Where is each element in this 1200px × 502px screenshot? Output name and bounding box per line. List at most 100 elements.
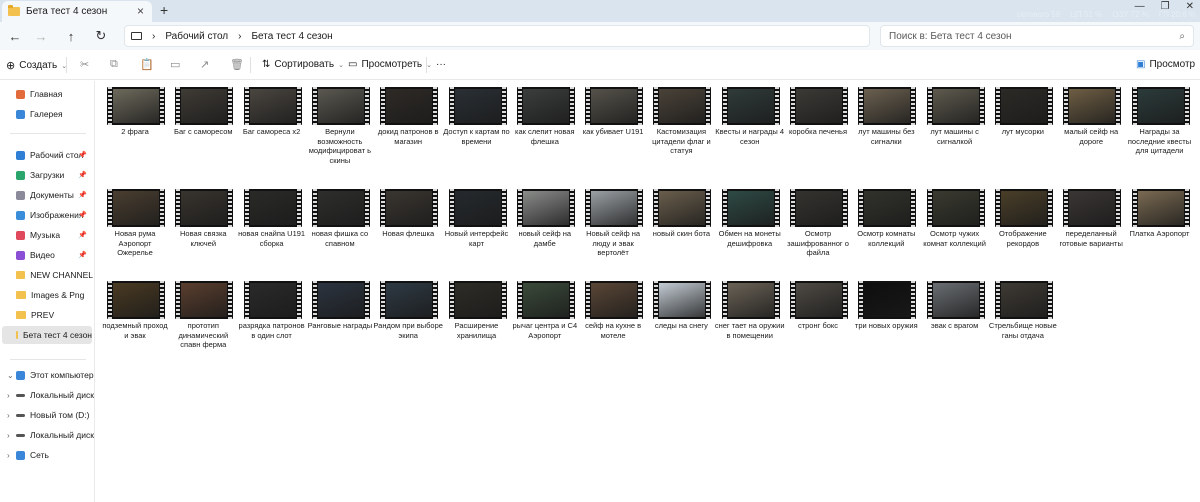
film-strip [381,281,386,319]
breadcrumb-folder[interactable]: Бета тест 4 сезон [251,31,332,42]
chevron-icon[interactable]: › [7,431,10,440]
video-thumbnail [653,189,712,227]
monitor-icon [131,32,142,40]
sidebar-item-drive[interactable]: › Локальный диск [0,426,94,444]
file-name: Ранговые награды [307,321,373,330]
video-frame [1000,89,1047,123]
chevron-icon[interactable]: › [7,411,10,420]
video-frame [1137,89,1184,123]
folder-icon [16,291,26,299]
video-frame [386,89,433,123]
address-bar[interactable]: › Рабочий стол › Бета тест 4 сезон [124,25,870,47]
pin-icon: 📌 [78,232,87,239]
sidebar-item-drive[interactable]: › Новый том (D:) [0,406,93,424]
sidebar-item-quick[interactable]: Видео 📌 [0,246,93,264]
chevron-icon[interactable]: › [7,391,10,400]
search-input[interactable]: Поиск в: Бета тест 4 сезон ⌕ [880,25,1194,47]
film-strip [774,281,779,319]
minimize-button[interactable]: — [1135,1,1145,12]
breadcrumb-desktop[interactable]: Рабочий стол [165,31,228,42]
video-frame [249,191,296,225]
sidebar-item-label: Документы [30,190,74,200]
chevron-icon[interactable]: › [7,451,10,460]
film-strip [501,189,506,227]
film-strip [1047,189,1052,227]
film-strip [1132,189,1137,227]
video-frame [932,191,979,225]
new-tab-button[interactable]: + [160,2,168,18]
file-name: Платка Аэропорт [1129,229,1190,238]
video-thumbnail [721,281,780,319]
close-tab-icon[interactable]: × [137,4,144,18]
sidebar-item-gallery[interactable]: Галерея [0,105,93,123]
film-strip [995,189,1000,227]
maximize-button[interactable]: ❐ [1161,1,1170,12]
sidebar-item-quick[interactable]: Музыка 📌 [0,226,93,244]
refresh-button[interactable]: ↻ [92,27,110,45]
film-strip [843,87,847,125]
video-frame [317,283,364,317]
tab-label: Бета тест 4 сезон [26,6,108,17]
sort-label: Сортировать [274,59,335,70]
sidebar-item-label: Новый том (D:) [30,410,90,420]
film-strip [433,281,438,319]
sidebar-item-drive[interactable]: › Локальный диск [0,386,94,404]
sidebar-item-quick[interactable]: PREV [0,306,93,324]
sort-button[interactable]: ⇅ Сортировать ⌄ [262,59,344,70]
film-strip [228,189,233,227]
file-name: Квесты и награды 4 сезон [715,127,785,146]
close-window-button[interactable]: ✕ [1186,1,1194,12]
cut-icon[interactable]: ✂ [80,58,89,71]
film-strip [160,189,164,227]
sidebar-item-quick[interactable]: Изображения 📌 [0,206,93,224]
film-strip [979,189,984,227]
video-thumbnail [994,189,1053,227]
sidebar-item-home[interactable]: Главная [0,85,93,103]
video-frame [727,89,774,123]
film-strip [791,281,795,319]
view-button[interactable]: ▭ Просмотреть ⌄ [348,59,432,70]
film-strip [995,281,1000,319]
delete-icon[interactable]: 🗑 [230,58,244,71]
video-frame [113,89,159,123]
sidebar-item-quick[interactable]: NEW CHANNEL [0,266,93,284]
film-strip [449,189,454,227]
up-button[interactable]: ↑ [62,27,80,45]
divider [426,57,427,73]
sidebar-item-network[interactable]: › Сеть [0,446,93,464]
forward-button[interactable]: → [32,27,50,45]
video-thumbnail [585,189,644,227]
video-thumbnail [585,281,644,319]
address-row: ← → ↑ ↻ › Рабочий стол › Бета тест 4 сез… [0,22,1200,50]
film-strip [1116,189,1121,227]
film-strip [296,281,301,319]
film-strip [1064,189,1069,227]
sidebar-item-this-pc[interactable]: ⌄ Этот компьютер [0,366,94,384]
sidebar-item-quick[interactable]: Бета тест 4 сезон [2,326,92,344]
copy-icon[interactable]: ⧉ [110,58,118,71]
rename-icon[interactable]: ▭ [170,58,180,71]
tab-current[interactable]: Бета тест 4 сезон × [2,1,152,22]
sysinfo-cpu: ЦП 51 % [1070,10,1103,19]
chevron-icon[interactable]: ⌄ [7,371,14,380]
sidebar-item-quick[interactable]: Загрузки 📌 [0,166,93,184]
more-button[interactable]: ··· [436,59,446,70]
sidebar-item-quick[interactable]: Документы 📌 [0,186,93,204]
sidebar-item-quick[interactable]: Рабочий стол 📌 [0,146,93,164]
film-strip [108,189,112,227]
sidebar-item-quick[interactable]: Images & Png [0,286,93,304]
back-button[interactable]: ← [6,27,24,45]
film-strip [517,281,522,319]
create-button[interactable]: ⊕ Создать ⌄ [6,59,67,72]
preview-button[interactable]: ▣ Просмотр [1136,59,1195,70]
video-thumbnail [1131,189,1190,227]
documents-icon [16,190,25,200]
video-thumbnail [243,87,302,125]
paste-icon[interactable]: 📋 [140,58,154,71]
file-name: разрядка патронов в один слот [238,321,305,340]
film-strip [569,189,574,227]
share-icon[interactable]: ↗ [200,58,209,71]
file-name: подземный проход и эвак [102,321,168,340]
file-name: три новых оружия [854,321,918,330]
film-strip [381,189,386,227]
